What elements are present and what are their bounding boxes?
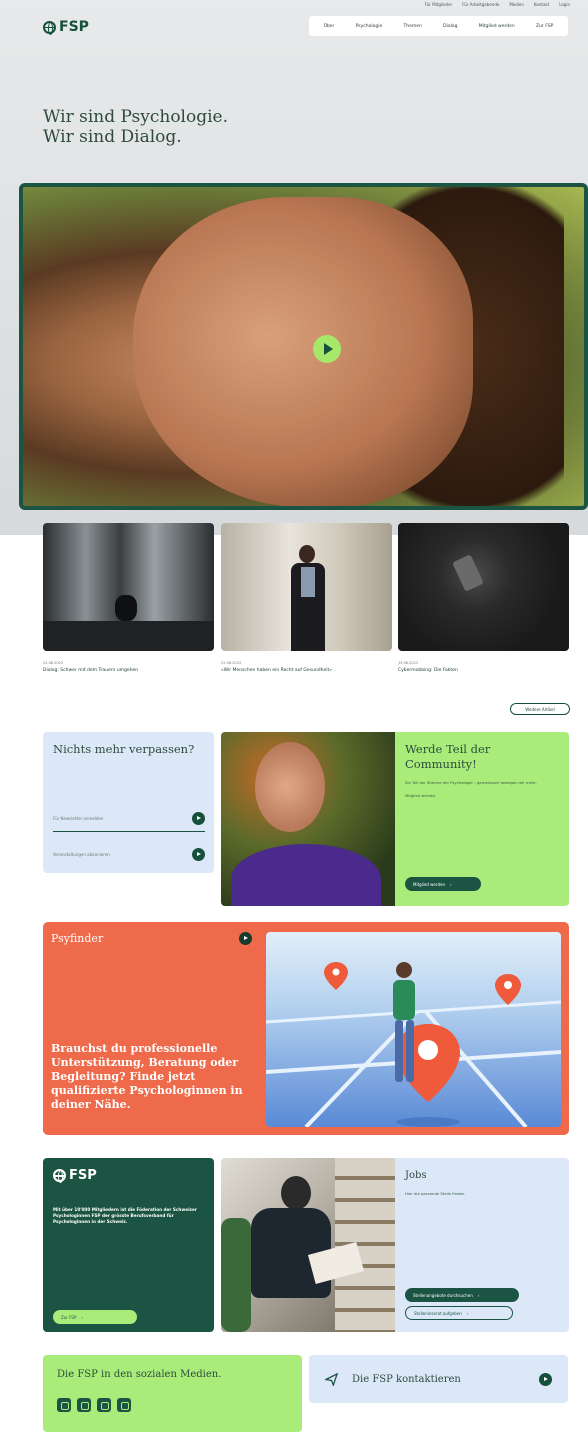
card-title[interactable]: Dialog: Schwer mit dem Trauern umgehen — [43, 668, 214, 674]
card-meta: 22.06.2023 — [43, 661, 64, 665]
nav-item[interactable]: Themen — [404, 24, 422, 29]
social-title: Die FSP in den sozialen Medien. — [57, 1369, 222, 1380]
linkedin-icon[interactable] — [57, 1398, 71, 1412]
psyfinder-title: Psyfinder — [51, 932, 104, 945]
utility-link[interactable]: Login — [559, 2, 570, 7]
hero-title: Wir sind Psychologie. Wir sind Dialog. — [43, 107, 228, 147]
video-face-shape — [133, 197, 473, 506]
news-card[interactable]: 22.06.2023 «Wir Menschen haben ein Recht… — [221, 523, 392, 674]
join-button[interactable]: Mitglied werden › — [405, 877, 481, 891]
hero-title-line: Wir sind Dialog. — [43, 127, 182, 147]
contact-box[interactable]: Die FSP kontaktieren — [309, 1355, 568, 1403]
facebook-icon[interactable] — [77, 1398, 91, 1412]
utility-link[interactable]: Für Arbeitgebende — [462, 2, 499, 7]
arrow-right-icon: › — [81, 1314, 83, 1320]
social-icons — [57, 1398, 288, 1412]
nav-item[interactable]: Psychologie — [356, 24, 383, 29]
psyfinder-illustration — [266, 932, 561, 1127]
social-media-box: Die FSP in den sozialen Medien. — [43, 1355, 302, 1432]
post-job-label: Stelleninserat aufgeben — [414, 1310, 462, 1316]
map-illustration — [266, 962, 561, 1127]
main-nav: Über Psychologie Themen Dialog Mitglied … — [309, 16, 568, 36]
search-jobs-label: Stellenangebote durchsuchen — [413, 1292, 473, 1298]
news-card[interactable]: 19.06.2023 Cybermobbing: Die Fakten — [398, 523, 569, 674]
jobs-image — [221, 1158, 395, 1332]
globe-icon — [53, 1169, 66, 1183]
community-image — [221, 732, 395, 906]
arrow-right-icon[interactable] — [192, 812, 205, 825]
community-text: Sei Teil der Stimme der Psychologie – ge… — [405, 780, 537, 785]
nav-item[interactable]: Mitglied werden — [479, 24, 515, 29]
jobs-title: Jobs — [405, 1170, 427, 1181]
nav-item[interactable]: Über — [324, 24, 335, 29]
more-articles-button[interactable]: Weitere Artikel — [510, 703, 570, 715]
events-row-label: Veranstaltungen abonnieren — [53, 852, 110, 857]
about-fsp-button-label: Zur FSP — [61, 1314, 77, 1320]
logo-text: FSP — [59, 19, 89, 35]
fsp-info-box: FSP Mit über 10'000 Mitgliedern ist die … — [43, 1158, 214, 1332]
arrow-right-icon[interactable] — [239, 932, 252, 945]
nav-item[interactable]: Dialog — [443, 24, 457, 29]
youtube-icon[interactable] — [117, 1398, 131, 1412]
instagram-icon[interactable] — [97, 1398, 111, 1412]
arrow-right-icon[interactable] — [192, 848, 205, 861]
about-fsp-button[interactable]: Zur FSP › — [53, 1310, 137, 1324]
jobs-text: Hier die passende Stelle finden. — [405, 1191, 466, 1196]
arrow-right-icon[interactable] — [539, 1372, 552, 1386]
newsletter-title: Nichts mehr verpassen? — [53, 742, 195, 756]
fsp-text: Mit über 10'000 Mitgliedern ist die Föde… — [53, 1207, 197, 1224]
play-icon[interactable] — [313, 335, 341, 363]
newsletter-box: Nichts mehr verpassen? Für Newsletter an… — [43, 732, 214, 873]
card-image — [43, 523, 214, 651]
utility-link[interactable]: Für Mitglieder — [425, 2, 453, 7]
arrow-right-icon: › — [450, 881, 452, 887]
news-card[interactable]: 22.06.2023 Dialog: Schwer mit dem Trauer… — [43, 523, 214, 674]
newsletter-signup-row[interactable]: Für Newsletter anmelden — [53, 812, 205, 832]
site-logo[interactable]: FSP — [43, 19, 89, 35]
card-image — [398, 523, 569, 651]
community-text-secondary: Mitglied werden — [405, 793, 436, 798]
card-title[interactable]: «Wir Menschen haben ein Recht auf Gesund… — [221, 668, 392, 674]
hero-video[interactable] — [19, 183, 588, 510]
fsp-logo-text: FSP — [69, 1168, 97, 1183]
utility-link[interactable]: Medien — [509, 2, 524, 7]
newsletter-row-label: Für Newsletter anmelden — [53, 816, 104, 821]
card-meta: 22.06.2023 — [221, 661, 242, 665]
community-title: Werde Teil der Community! — [405, 742, 491, 771]
events-subscribe-row[interactable]: Veranstaltungen abonnieren — [53, 848, 205, 861]
card-title[interactable]: Cybermobbing: Die Fakten — [398, 668, 569, 674]
arrow-right-icon: › — [466, 1310, 469, 1316]
send-icon — [325, 1372, 338, 1386]
card-image — [221, 523, 392, 651]
psyfinder-box[interactable]: Psyfinder Brauchst du professionelle Unt… — [43, 922, 569, 1135]
psyfinder-text: Brauchst du professionelle Unterstützung… — [51, 1042, 243, 1111]
fsp-logo: FSP — [53, 1168, 204, 1183]
post-job-button[interactable]: Stelleninserat aufgeben › — [405, 1306, 513, 1320]
join-button-label: Mitglied werden — [413, 881, 446, 887]
hero-title-line: Wir sind Psychologie. — [43, 107, 229, 127]
nav-item[interactable]: Zur FSP — [536, 24, 553, 29]
contact-label: Die FSP kontaktieren — [352, 1373, 461, 1385]
community-box: Werde Teil der Community! Sei Teil der S… — [395, 732, 569, 906]
utility-link[interactable]: Kontakt — [534, 2, 549, 7]
search-jobs-button[interactable]: Stellenangebote durchsuchen › — [405, 1288, 519, 1302]
globe-icon — [43, 20, 56, 35]
utility-nav: Für Mitglieder Für Arbeitgebende Medien … — [425, 2, 570, 7]
card-meta: 19.06.2023 — [398, 661, 419, 665]
arrow-right-icon: › — [477, 1292, 480, 1298]
jobs-box: Jobs Hier die passende Stelle finden. St… — [395, 1158, 569, 1332]
